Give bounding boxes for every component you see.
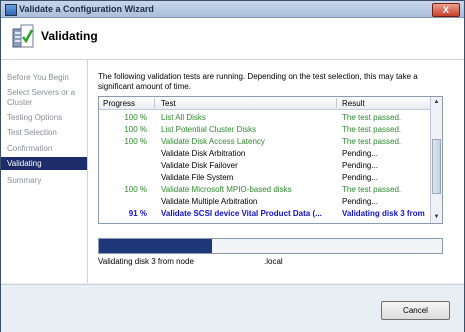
sidebar-item-summary[interactable]: Summary [1, 176, 87, 186]
sidebar-item-test-selection[interactable]: Test Selection [1, 128, 87, 138]
title-bar: Validate a Configuration Wizard X [1, 1, 464, 18]
test-name-cell: List All Disks [161, 113, 206, 122]
result-cell: The test passed. [342, 125, 402, 134]
app-icon [5, 4, 17, 16]
progress-cell: 100 % [124, 137, 147, 146]
table-row[interactable]: Validate Multiple Arbitration Pending... [99, 196, 430, 208]
test-name-cell: Validate Disk Access Latency [161, 137, 265, 146]
test-name-cell: Validate Multiple Arbitration [161, 197, 258, 206]
scroll-down-arrow-icon[interactable]: ▼ [432, 213, 441, 222]
validation-checklist-icon [12, 24, 34, 48]
progress-cell: 100 % [124, 113, 147, 122]
scroll-up-arrow-icon[interactable]: ▲ [432, 98, 441, 107]
table-scrollbar[interactable]: ▲ ▼ [430, 97, 442, 223]
progress-fill [99, 239, 213, 253]
table-row[interactable]: 91 % Validate SCSI device Vital Product D… [99, 208, 430, 220]
wizard-footer: Cancel [1, 284, 464, 332]
cancel-button[interactable]: Cancel [381, 301, 450, 320]
sidebar-item-validating[interactable]: Validating [1, 157, 87, 170]
sidebar-item-confirmation[interactable]: Confirmation [1, 144, 87, 154]
main-panel: The following validation tests are runni… [88, 60, 464, 283]
status-node-text: .local [264, 257, 283, 266]
test-name-cell: Validate Disk Failover [161, 161, 238, 170]
test-name-cell: Validate SCSI device Vital Product Data … [161, 209, 322, 218]
table-header: Progress Test Result [99, 97, 430, 110]
wizard-steps-sidebar: Before You Begin Select Servers or a Clu… [1, 60, 88, 283]
intro-text: The following validation tests are runni… [98, 72, 418, 91]
scroll-thumb[interactable] [432, 139, 441, 194]
result-cell: Pending... [342, 197, 379, 206]
result-cell: Pending... [342, 161, 379, 170]
table-row[interactable]: 100 % Validate Disk Access Latency The tes… [99, 136, 430, 148]
sidebar-item-testing-options[interactable]: Testing Options [1, 113, 87, 123]
progress-cell: 91 % [128, 209, 147, 218]
table-row[interactable]: 100 % List All Disks The test passed. [99, 112, 430, 124]
test-name-cell: Validate File System [161, 173, 234, 182]
table-row[interactable]: Validate Disk Failover Pending... [99, 160, 430, 172]
close-button[interactable]: X [432, 3, 460, 17]
column-divider[interactable] [336, 98, 337, 108]
result-cell: Pending... [342, 173, 379, 182]
result-cell: Validating disk 3 from [342, 209, 425, 218]
table-row[interactable]: Validate Disk Arbitration Pending... [99, 148, 430, 160]
test-name-cell: List Potential Cluster Disks [161, 125, 257, 134]
table-row[interactable]: 100 % Validate Microsoft MPIO-based disks… [99, 184, 430, 196]
table-row[interactable]: Validate File System Pending... [99, 172, 430, 184]
wizard-window: Validate a Configuration Wizard X Valida… [0, 0, 465, 332]
sidebar-item-select-servers[interactable]: Select Servers or a Cluster [1, 88, 87, 108]
result-cell: The test passed. [342, 113, 402, 122]
sidebar-item-before-you-begin[interactable]: Before You Begin [1, 73, 87, 83]
result-cell: Pending... [342, 149, 379, 158]
page-title: Validating [41, 29, 98, 43]
table-row[interactable]: 100 % List Potential Cluster Disks The tes… [99, 124, 430, 136]
window-title: Validate a Configuration Wizard [19, 4, 154, 14]
status-text: Validating disk 3 from node [98, 257, 194, 266]
result-cell: The test passed. [342, 137, 402, 146]
test-name-cell: Validate Disk Arbitration [161, 149, 246, 158]
column-header-progress[interactable]: Progress [103, 99, 135, 108]
wizard-header: Validating [1, 18, 464, 60]
overall-progress-bar [98, 238, 443, 254]
column-divider[interactable] [154, 98, 155, 108]
column-header-test[interactable]: Test [161, 99, 176, 108]
test-name-cell: Validate Microsoft MPIO-based disks [161, 185, 292, 194]
result-cell: The test passed. [342, 185, 402, 194]
progress-cell: 100 % [124, 185, 147, 194]
column-header-result[interactable]: Result [342, 99, 365, 108]
validation-tests-table[interactable]: Progress Test Result 100 % List All Disks… [98, 96, 443, 224]
progress-cell: 100 % [124, 125, 147, 134]
